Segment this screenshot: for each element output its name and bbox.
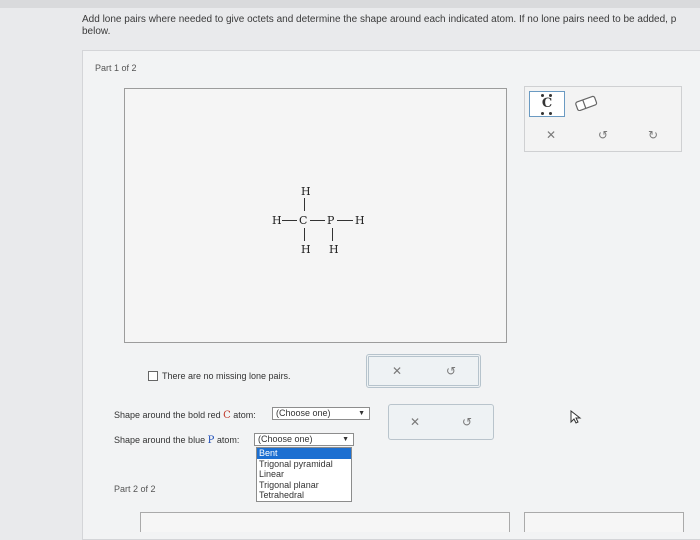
top-bar bbox=[0, 0, 700, 8]
shape-p-select-value: (Choose one) bbox=[258, 434, 313, 444]
dropdown-option-trigonal-planar[interactable]: Trigonal planar bbox=[257, 480, 351, 491]
drawing-toolbox: C ✕ ↺ ↻ bbox=[524, 86, 682, 152]
close-icon[interactable]: ✕ bbox=[543, 127, 559, 143]
molecule-structure[interactable]: H H C P H H H bbox=[125, 89, 506, 342]
shape-c-select-value: (Choose one) bbox=[276, 408, 331, 418]
undo-icon[interactable]: ↺ bbox=[595, 127, 611, 143]
no-missing-lone-pairs-option[interactable]: There are no missing lone pairs. bbox=[148, 371, 291, 381]
atom-h-bottom-c[interactable]: H bbox=[301, 243, 311, 256]
atom-p[interactable]: P bbox=[327, 214, 334, 227]
undo-button-2[interactable]: ↺ bbox=[459, 414, 475, 430]
clear-button[interactable]: ✕ bbox=[389, 363, 405, 379]
bond-c-h-bottom[interactable] bbox=[304, 228, 305, 241]
bond-h-c[interactable] bbox=[282, 220, 297, 221]
shape-c-label: Shape around the bold red C atom: bbox=[114, 410, 256, 421]
shape-p-select[interactable]: (Choose one) ▼ bbox=[254, 433, 354, 446]
chevron-down-icon: ▼ bbox=[342, 436, 349, 443]
dropdown-option-linear[interactable]: Linear bbox=[257, 469, 351, 480]
mouse-cursor-icon bbox=[570, 409, 582, 424]
atom-tool-label: C bbox=[541, 96, 553, 111]
part-2-action-bar: ✕ ↺ bbox=[388, 404, 494, 440]
bond-p-h-right[interactable] bbox=[337, 220, 353, 221]
shape-p-label-suffix: atom: bbox=[214, 435, 240, 445]
shape-p-dropdown-list: Bent Trigonal pyramidal Linear Trigonal … bbox=[256, 447, 352, 502]
atom-h-left[interactable]: H bbox=[272, 214, 282, 227]
part-2-label: Part 2 of 2 bbox=[114, 484, 156, 494]
dropdown-option-tetrahedral[interactable]: Tetrahedral bbox=[257, 490, 351, 501]
chevron-down-icon: ▼ bbox=[358, 410, 365, 417]
redo-icon[interactable]: ↻ bbox=[645, 127, 661, 143]
atom-h-bottom-p[interactable]: H bbox=[329, 243, 339, 256]
dropdown-option-trigonal-pyramidal[interactable]: Trigonal pyramidal bbox=[257, 459, 351, 470]
dropdown-option-bent[interactable]: Bent bbox=[257, 448, 351, 459]
clear-button-2[interactable]: ✕ bbox=[407, 414, 423, 430]
shape-c-label-prefix: Shape around the bold red bbox=[114, 410, 224, 420]
no-missing-lone-pairs-label: There are no missing lone pairs. bbox=[162, 371, 291, 381]
eraser-icon[interactable] bbox=[573, 95, 599, 112]
part-2-toolbox-edge bbox=[524, 512, 684, 532]
part-1-label: Part 1 of 2 bbox=[95, 63, 137, 73]
instructions-line-1: Add lone pairs where needed to give octe… bbox=[82, 14, 677, 25]
atom-h-top[interactable]: H bbox=[301, 185, 311, 198]
part-1-action-bar: ✕ ↺ bbox=[366, 354, 481, 388]
bond-c-h-top[interactable] bbox=[304, 198, 305, 211]
undo-button[interactable]: ↺ bbox=[443, 363, 459, 379]
shape-p-label-prefix: Shape around the blue bbox=[114, 435, 208, 445]
instructions-line-2: below. bbox=[82, 26, 111, 37]
atom-c[interactable]: C bbox=[299, 214, 307, 227]
shape-p-label: Shape around the blue P atom: bbox=[114, 435, 239, 446]
atom-lone-pair-tool[interactable]: C bbox=[529, 91, 565, 117]
part-2-canvas-edge[interactable] bbox=[140, 512, 510, 532]
bond-c-p[interactable] bbox=[310, 220, 325, 221]
shape-c-select[interactable]: (Choose one) ▼ bbox=[272, 407, 370, 420]
shape-c-atom: C bbox=[223, 410, 231, 421]
drawing-canvas[interactable]: H H C P H H H bbox=[124, 88, 507, 343]
bond-p-h-bottom[interactable] bbox=[332, 228, 333, 241]
atom-h-right[interactable]: H bbox=[355, 214, 365, 227]
no-missing-lone-pairs-checkbox[interactable] bbox=[148, 371, 158, 381]
shape-c-label-suffix: atom: bbox=[230, 410, 256, 420]
instructions: Add lone pairs where needed to give octe… bbox=[82, 14, 700, 38]
